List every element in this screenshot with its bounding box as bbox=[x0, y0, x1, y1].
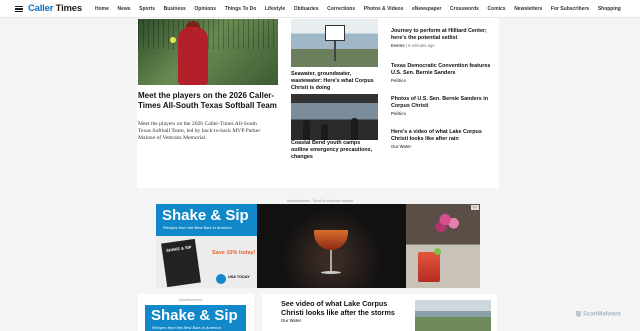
sidebar-story[interactable]: Texas Democratic Convention features U.S… bbox=[391, 63, 491, 83]
ad-promo-panel[interactable]: Shake & Sip Recipes from the Best Bars i… bbox=[156, 204, 257, 288]
person-silhouette bbox=[303, 120, 310, 140]
sidebar-story-headline[interactable]: Journey to perform at Hilliard Center; h… bbox=[391, 28, 491, 42]
nav-corrections[interactable]: Corrections bbox=[327, 6, 355, 12]
camps-story-image[interactable] bbox=[291, 94, 378, 140]
nav-crosswords[interactable]: Crosswords bbox=[450, 6, 479, 12]
nav-opinions[interactable]: Opinions bbox=[194, 6, 216, 12]
section-label[interactable]: Our Water bbox=[391, 144, 491, 149]
glass-stem bbox=[330, 250, 332, 272]
lake-video-thumbnail[interactable] bbox=[415, 300, 491, 331]
lead-story-headline[interactable]: Meet the players on the 2026 Caller-Time… bbox=[138, 91, 278, 110]
nav-obituaries[interactable]: Obituaries bbox=[294, 6, 319, 12]
site-logo[interactable]: Caller Times bbox=[28, 3, 82, 14]
sidebar-story[interactable]: Here's a video of what Lake Corpus Chris… bbox=[391, 129, 491, 149]
watermark-text: ScanMalware bbox=[583, 311, 622, 318]
book-title: SHAKE & SIP bbox=[165, 244, 192, 253]
main-nav: Home News Sports Business Opinions Thing… bbox=[95, 6, 629, 12]
nav-home[interactable]: Home bbox=[95, 6, 109, 12]
ad-subtitle: Recipes from the Best Bars in America bbox=[152, 325, 221, 330]
nav-business[interactable]: Business bbox=[164, 6, 186, 12]
advertisement-label: Advertisement - Scroll to continue conte… bbox=[286, 199, 354, 203]
story-card[interactable]: See video of what Lake Corpus Christi lo… bbox=[262, 294, 497, 331]
ad-book-panel: SHAKE & SIP Save 10% today! USA TODAY bbox=[156, 236, 257, 288]
sidebar-story-meta: Events | 6 minutes ago bbox=[391, 43, 491, 48]
menu-icon[interactable] bbox=[15, 6, 23, 13]
glass-base bbox=[321, 271, 341, 274]
cocktail-glass bbox=[314, 230, 348, 250]
nav-sports[interactable]: Sports bbox=[139, 6, 155, 12]
ad-subtitle: Recipes from the Best Bars in America bbox=[163, 225, 232, 230]
nav-newsletters[interactable]: Newsletters bbox=[514, 6, 542, 12]
lead-story-image[interactable] bbox=[138, 19, 278, 85]
shield-icon bbox=[576, 311, 581, 317]
flowers bbox=[434, 210, 462, 234]
nav-lifestyle[interactable]: Lifestyle bbox=[265, 6, 285, 12]
person-silhouette bbox=[351, 118, 358, 140]
water-story-image[interactable] bbox=[291, 19, 378, 67]
advertisement-banner[interactable]: Shake & Sip Recipes from the Best Bars i… bbox=[156, 204, 480, 288]
cocktail-photo bbox=[257, 204, 406, 288]
person-silhouette bbox=[321, 124, 328, 140]
lead-story-summary: Meet the players on the 2026 Caller-Time… bbox=[138, 121, 261, 141]
advertisement-banner-small[interactable]: Shake & Sip Recipes from the Best Bars i… bbox=[145, 305, 246, 331]
ad-discount: Save 10% today! bbox=[212, 250, 256, 256]
book-cover: SHAKE & SIP bbox=[161, 238, 201, 288]
section-label[interactable]: Our Water bbox=[281, 318, 301, 323]
usa-today-wordmark: USA TODAY bbox=[228, 275, 250, 279]
sidebar-story-headline[interactable]: Texas Democratic Convention features U.S… bbox=[391, 63, 491, 77]
drinks-photo bbox=[406, 204, 480, 288]
timestamp: | 6 minutes ago bbox=[405, 42, 435, 48]
camps-story-headline[interactable]: Coastal Bend youth camps outline emergen… bbox=[291, 140, 376, 160]
adchoices-icon[interactable]: i ▷ bbox=[471, 205, 479, 210]
story-card-headline[interactable]: See video of what Lake Corpus Christi lo… bbox=[281, 299, 406, 317]
red-drink bbox=[418, 252, 440, 282]
water-story-headline[interactable]: Seawater, groundwater, wastewater: Here'… bbox=[291, 71, 376, 91]
scanmalware-watermark: ScanMalware bbox=[576, 311, 621, 318]
nav-photos-videos[interactable]: Photos & Videos bbox=[364, 6, 404, 12]
nav-enewspaper[interactable]: eNewspaper bbox=[412, 6, 441, 12]
sign bbox=[325, 25, 345, 41]
section-label[interactable]: Events bbox=[391, 43, 405, 48]
lime-garnish bbox=[434, 248, 441, 255]
sidebar-story[interactable]: Photos of U.S. Sen. Bernie Sanders in Co… bbox=[391, 96, 491, 116]
nav-news[interactable]: News bbox=[118, 6, 131, 12]
softball bbox=[170, 37, 176, 43]
section-label[interactable]: Politics bbox=[391, 78, 491, 83]
ad-brand-title: Shake & Sip bbox=[162, 207, 249, 224]
top-navigation-bar: Caller Times Home News Sports Business O… bbox=[0, 0, 640, 18]
section-label[interactable]: Politics bbox=[391, 111, 491, 116]
nav-for-subscribers[interactable]: For Subscribers bbox=[551, 6, 589, 12]
nav-shopping[interactable]: Shopping bbox=[598, 6, 621, 12]
sidebar-story[interactable]: Journey to perform at Hilliard Center; h… bbox=[391, 28, 491, 48]
usa-today-logo-icon bbox=[216, 274, 226, 284]
sidebar-story-headline[interactable]: Photos of U.S. Sen. Bernie Sanders in Co… bbox=[391, 96, 491, 110]
nav-comics[interactable]: Comics bbox=[488, 6, 506, 12]
sign-post bbox=[334, 41, 336, 61]
fence-background bbox=[138, 19, 278, 49]
sidebar-story-headline[interactable]: Here's a video of what Lake Corpus Chris… bbox=[391, 129, 491, 143]
nav-things-to-do[interactable]: Things To Do bbox=[225, 6, 257, 12]
advertisement-label: Advertisement bbox=[179, 298, 202, 302]
softball-player bbox=[178, 27, 208, 85]
ad-brand-title: Shake & Sip bbox=[151, 307, 238, 324]
